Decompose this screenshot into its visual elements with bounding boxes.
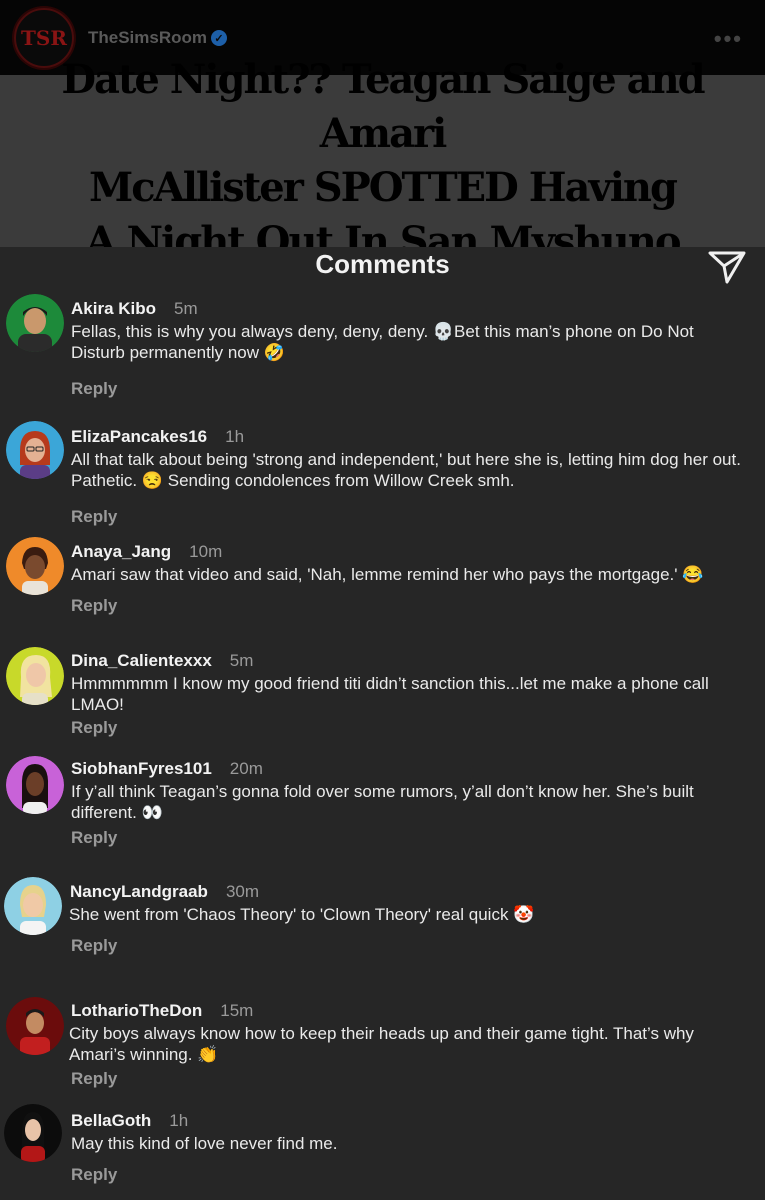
- account-name[interactable]: TheSimsRoom: [88, 28, 207, 48]
- comment-time: 15m: [220, 1001, 254, 1020]
- send-icon[interactable]: [707, 249, 747, 285]
- avatar[interactable]: [6, 647, 64, 705]
- comment-username[interactable]: Dina_Calientexxx: [71, 651, 212, 670]
- comment-time: 1h: [169, 1111, 189, 1130]
- avatar[interactable]: [4, 877, 62, 935]
- avatar[interactable]: [6, 997, 64, 1055]
- reply-button[interactable]: Reply: [71, 379, 117, 399]
- headline-banner: Date Night?? Teagan Saige and Amari McAl…: [0, 56, 765, 265]
- reply-button[interactable]: Reply: [71, 1165, 117, 1185]
- comment-text: She went from 'Chaos Theory' to 'Clown T…: [69, 905, 535, 924]
- comment-text: Fellas, this is why you always deny, den…: [71, 322, 694, 362]
- comment-header: Dina_Calientexxx 5m: [71, 651, 253, 671]
- verified-badge-icon: ✓: [211, 30, 228, 46]
- comment-header: BellaGoth 1h: [71, 1111, 188, 1131]
- comment-username[interactable]: LotharioTheDon: [71, 1001, 202, 1020]
- comment-username[interactable]: SiobhanFyres101: [71, 759, 212, 778]
- comment-time: 30m: [225, 882, 260, 901]
- comment-time: 10m: [189, 542, 223, 561]
- comment-header: ElizaPancakes16 1h: [71, 427, 244, 447]
- reply-button[interactable]: Reply: [71, 718, 117, 738]
- comment-header: LotharioTheDon 15m: [71, 1001, 253, 1021]
- comment-header: NancyLandgraab 30m: [70, 882, 259, 902]
- comment-time: 20m: [229, 759, 263, 778]
- comment-time: 5m: [174, 299, 198, 318]
- comment-time: 5m: [229, 651, 254, 670]
- headline-line-2: McAllister SPOTTED Having: [89, 164, 678, 211]
- comment-time: 1h: [225, 427, 245, 446]
- comment-username[interactable]: BellaGoth: [71, 1111, 151, 1130]
- avatar[interactable]: [4, 1104, 62, 1162]
- comment-username[interactable]: Akira Kibo: [71, 299, 156, 318]
- comments-panel: Comments Akira Kibo 5m Fellas, this is wh…: [0, 247, 765, 1200]
- comment-header: SiobhanFyres101 20m: [71, 759, 263, 779]
- reply-button[interactable]: Reply: [71, 1069, 117, 1089]
- headline: Date Night?? Teagan Saige and Amari McAl…: [0, 53, 765, 269]
- comments-title: Comments: [315, 249, 450, 279]
- reply-button[interactable]: Reply: [71, 596, 117, 616]
- reply-button[interactable]: Reply: [71, 507, 117, 527]
- comment-text: City boys always know how to keep their …: [69, 1024, 694, 1064]
- comment-username[interactable]: NancyLandgraab: [70, 882, 208, 901]
- comment-username[interactable]: Anaya_Jang: [71, 542, 171, 561]
- avatar[interactable]: [6, 537, 64, 595]
- ellipsis-icon[interactable]: •••: [714, 26, 743, 52]
- avatar[interactable]: [6, 294, 64, 352]
- comment-text: All that talk about being 'strong and in…: [71, 450, 741, 490]
- comment-header: Anaya_Jang 10m: [71, 542, 222, 562]
- comment-text: May this kind of love never find me.: [71, 1134, 338, 1153]
- comment-text: Hmmmmmm I know my good friend titi didn’…: [71, 674, 709, 714]
- comment-header: Akira Kibo 5m: [71, 299, 198, 319]
- account-handle[interactable]: TheSimsRoom ✓: [88, 28, 228, 48]
- reply-button[interactable]: Reply: [71, 828, 117, 848]
- avatar[interactable]: [6, 421, 64, 479]
- comment-text: Amari saw that video and said, 'Nah, lem…: [71, 565, 704, 584]
- avatar[interactable]: [6, 756, 64, 814]
- headline-line-1: Date Night?? Teagan Saige and Amari: [61, 56, 705, 157]
- reply-button[interactable]: Reply: [71, 936, 117, 956]
- comment-text: If y’all think Teagan’s gonna fold over …: [71, 782, 694, 822]
- comment-username[interactable]: ElizaPancakes16: [71, 427, 207, 446]
